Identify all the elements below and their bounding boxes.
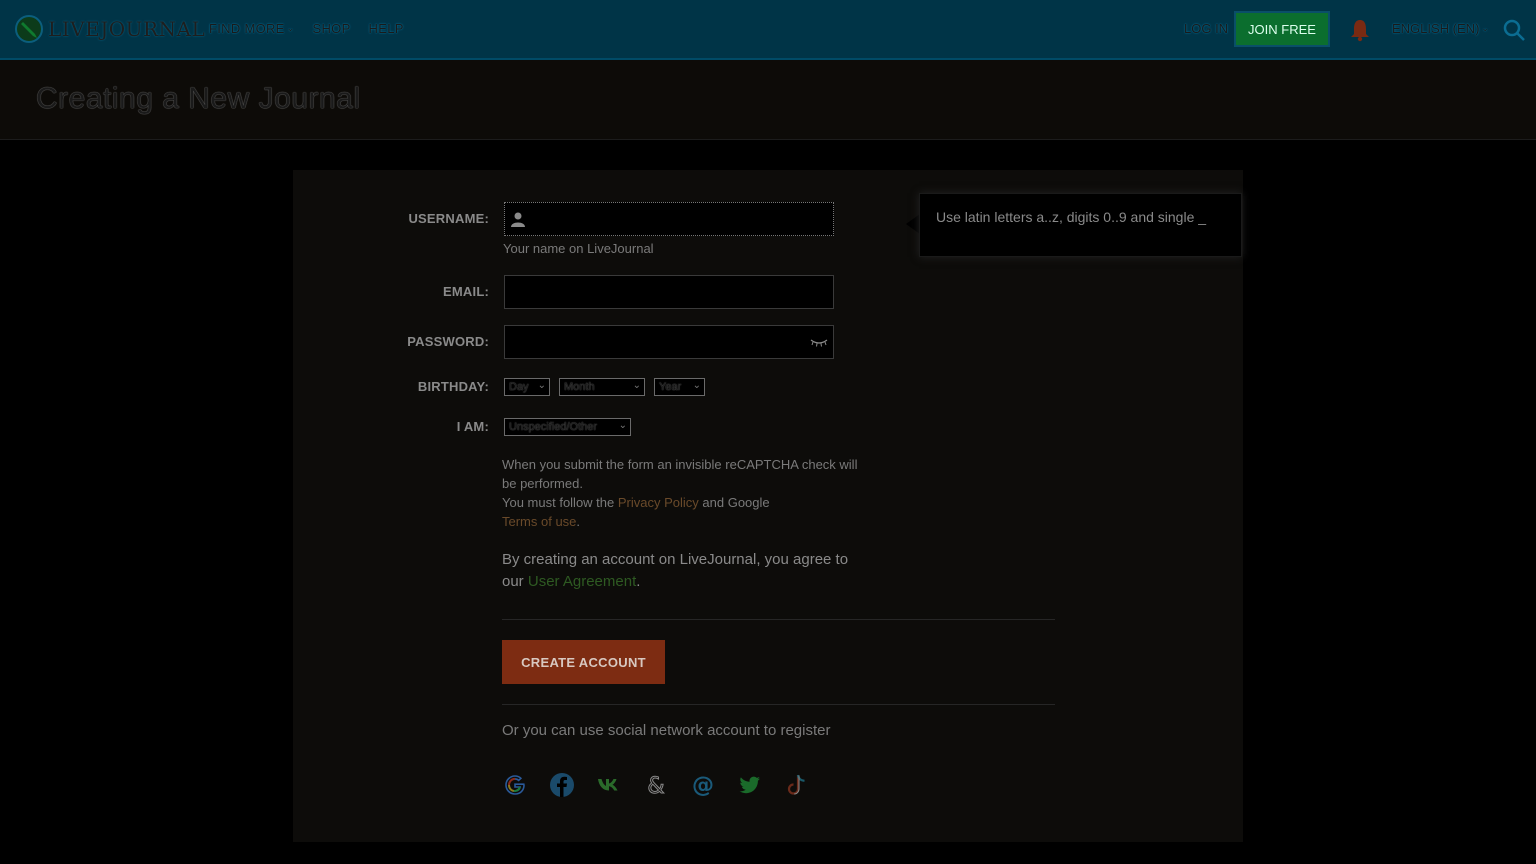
gender-label: I AM:	[456, 419, 489, 434]
page-header: Creating a New Journal	[0, 60, 1536, 140]
main-nav: FIND MORE ⌄ SHOP HELP	[209, 21, 404, 36]
language-selector[interactable]: ENGLISH (EN) ⌄	[1392, 21, 1489, 36]
nav-find-more-label: FIND MORE	[209, 21, 285, 36]
mail-ru-icon[interactable]: @	[690, 772, 716, 798]
nav-help[interactable]: HELP	[369, 21, 404, 36]
logo-text: LIVEJOURNAL	[48, 17, 206, 41]
birthday-label: BIRTHDAY:	[417, 379, 489, 394]
eye-closed-icon[interactable]	[809, 338, 829, 348]
birthday-year-select[interactable]: Year ⌄	[654, 378, 705, 396]
login-link[interactable]: LOG IN	[1184, 21, 1228, 36]
chevron-down-icon: ⌄	[618, 420, 627, 431]
nav-shop[interactable]: SHOP	[313, 21, 351, 36]
user-agreement-link[interactable]: User Agreement	[528, 573, 636, 590]
chevron-down-icon: ⌄	[1481, 23, 1489, 33]
chevron-down-icon: ⌄	[537, 380, 546, 391]
user-agreement-notice: By creating an account on LiveJournal, y…	[502, 549, 872, 593]
agree-suffix: .	[636, 573, 641, 590]
recaptcha-prefix: You must follow the	[502, 495, 618, 510]
vk-icon[interactable]	[596, 772, 622, 798]
username-tooltip: Use latin letters a..z, digits 0..9 and …	[919, 193, 1242, 257]
birthday-month-select[interactable]: Month ⌄	[559, 378, 645, 396]
tooltip-arrow	[906, 214, 920, 234]
search-icon[interactable]	[1502, 18, 1526, 42]
livejournal-logo[interactable]: LIVEJOURNAL	[14, 14, 205, 44]
recaptcha-middle: and Google	[698, 495, 770, 510]
nav-shop-label: SHOP	[312, 21, 351, 36]
password-input[interactable]	[504, 325, 834, 359]
tiktok-icon[interactable]	[784, 772, 810, 798]
divider	[502, 704, 1055, 705]
email-label: EMAIL:	[443, 284, 489, 299]
top-navigation-bar: LIVEJOURNAL FIND MORE ⌄ SHOP HELP LOG IN…	[0, 0, 1536, 60]
twitter-icon[interactable]	[737, 772, 763, 798]
birthday-year-value: Year	[659, 381, 682, 393]
join-free-button[interactable]: JOIN FREE	[1234, 11, 1330, 47]
privacy-policy-link[interactable]: Privacy Policy	[618, 495, 699, 510]
facebook-icon[interactable]	[549, 772, 575, 798]
birthday-day-value: Day	[509, 381, 529, 393]
username-input[interactable]	[504, 202, 834, 236]
notification-bell-icon[interactable]	[1349, 18, 1371, 42]
ampersand-icon[interactable]: &	[643, 772, 669, 799]
birthday-month-value: Month	[564, 381, 595, 393]
username-hint: Your name on LiveJournal	[503, 241, 654, 256]
email-input[interactable]	[504, 275, 834, 309]
recaptcha-notice: When you submit the form an invisible re…	[502, 455, 872, 531]
page-title: Creating a New Journal	[36, 82, 361, 115]
terms-of-use-link[interactable]: Terms of use	[502, 514, 576, 529]
livejournal-logo-icon	[15, 15, 43, 43]
chevron-down-icon: ⌄	[286, 23, 295, 33]
recaptcha-line-1: When you submit the form an invisible re…	[502, 457, 858, 491]
birthday-day-select[interactable]: Day ⌄	[504, 378, 550, 396]
gender-select[interactable]: Unspecified/Other ⌄	[504, 418, 631, 436]
nav-help-label: HELP	[368, 21, 404, 36]
google-icon[interactable]	[502, 772, 528, 798]
nav-find-more[interactable]: FIND MORE ⌄	[209, 21, 295, 36]
user-icon	[511, 212, 525, 227]
recaptcha-line-2: You must follow the Privacy Policy and G…	[502, 493, 872, 531]
password-label: PASSWORD:	[407, 334, 489, 349]
divider	[502, 619, 1055, 620]
gender-value: Unspecified/Other	[509, 421, 598, 433]
chevron-down-icon: ⌄	[632, 380, 641, 391]
language-label: ENGLISH (EN)	[1392, 21, 1480, 36]
create-account-button[interactable]: CREATE ACCOUNT	[502, 640, 665, 684]
social-register-text: Or you can use social network account to…	[502, 722, 831, 739]
svg-text:@: @	[692, 773, 714, 798]
username-label: USERNAME:	[408, 211, 489, 226]
chevron-down-icon: ⌄	[692, 380, 701, 391]
recaptcha-suffix: .	[576, 514, 581, 529]
svg-text:&: &	[647, 774, 664, 798]
